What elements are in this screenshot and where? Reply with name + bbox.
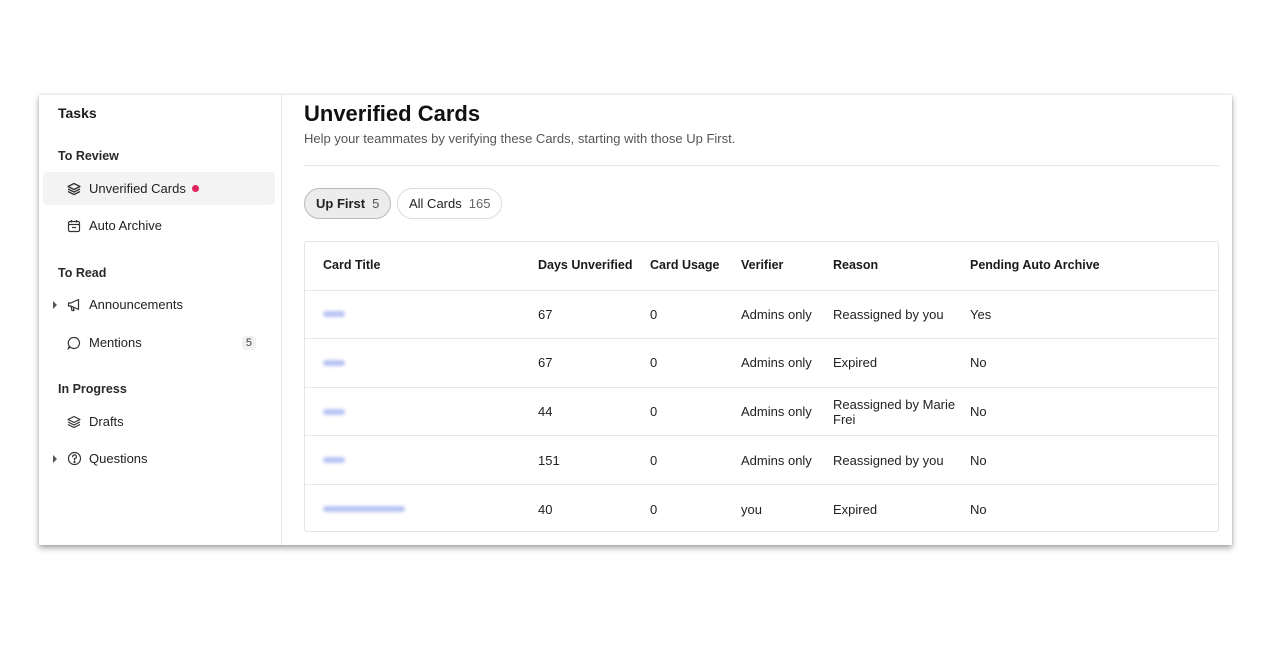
stack-icon <box>66 414 82 430</box>
reason: Reassigned by you <box>833 452 944 468</box>
sidebar-item-label: Drafts <box>89 414 124 429</box>
sidebar-item-label: Unverified Cards <box>89 181 186 196</box>
days-unverified: 40 <box>538 501 553 517</box>
main-content: Unverified Cards Help your teammates by … <box>282 95 1232 545</box>
megaphone-icon <box>66 297 82 313</box>
page-title: Unverified Cards <box>304 101 481 126</box>
section-to-review: To Review <box>58 149 119 163</box>
column-header[interactable]: Days Unverified <box>538 242 632 290</box>
tasks-window: Tasks To Review Unverified Cards Auto Ar… <box>39 95 1232 545</box>
sidebar: Tasks To Review Unverified Cards Auto Ar… <box>39 95 282 545</box>
sidebar-item-announcements[interactable]: Announcements <box>43 288 275 321</box>
sidebar-item-label: Announcements <box>89 297 183 312</box>
card-usage: 0 <box>650 355 658 371</box>
table-row[interactable]: 151 0 Admins only Reassigned by you No <box>305 436 1218 485</box>
tab-up-first[interactable]: Up First 5 <box>304 188 392 219</box>
table-row[interactable]: 40 0 you Expired No <box>305 485 1218 531</box>
pending-auto-archive: No <box>970 501 987 517</box>
card-usage: 0 <box>650 404 658 420</box>
verifier: you <box>741 501 762 517</box>
verifier: Admins only <box>741 355 812 371</box>
section-to-read: To Read <box>58 266 107 280</box>
table-row[interactable]: 44 0 Admins only Reassigned by Marie Fre… <box>305 388 1218 437</box>
verifier: Admins only <box>741 452 812 468</box>
card-title-link[interactable] <box>323 359 345 366</box>
sidebar-item-auto-archive[interactable]: Auto Archive <box>43 209 275 242</box>
days-unverified: 67 <box>538 355 553 371</box>
days-unverified: 44 <box>538 404 553 420</box>
stack-icon <box>66 181 82 197</box>
card-title-link[interactable] <box>323 506 405 513</box>
table-row[interactable]: 67 0 Admins only Reassigned by you Yes <box>305 291 1218 340</box>
card-title-link[interactable] <box>323 408 345 415</box>
expand-caret-icon[interactable] <box>53 300 57 309</box>
pending-auto-archive: Yes <box>970 306 992 322</box>
days-unverified: 151 <box>538 452 560 468</box>
card-title-link[interactable] <box>323 457 345 464</box>
sidebar-title: Tasks <box>58 105 97 121</box>
tab-count: 165 <box>468 196 491 211</box>
card-usage: 0 <box>650 452 658 468</box>
calendar-icon <box>66 218 82 234</box>
column-header[interactable]: Pending Auto Archive <box>970 242 1100 290</box>
column-header[interactable]: Reason <box>833 242 958 290</box>
pending-auto-archive: No <box>970 452 987 468</box>
chat-bubble-icon <box>66 335 82 351</box>
column-header[interactable]: Verifier <box>741 242 783 290</box>
tab-label: Up First <box>316 196 366 211</box>
card-usage: 0 <box>650 501 658 517</box>
reason: Reassigned by Marie Frei <box>833 396 956 427</box>
verifier: Admins only <box>741 404 812 420</box>
sidebar-item-label: Questions <box>89 451 148 466</box>
tab-label: All Cards <box>409 196 462 211</box>
sidebar-item-questions[interactable]: Questions <box>43 442 275 475</box>
cards-table: Card Title Days Unverified Card Usage Ve… <box>304 241 1219 532</box>
verifier: Admins only <box>741 306 812 322</box>
divider <box>304 165 1219 166</box>
reason: Reassigned by you <box>833 306 944 322</box>
sidebar-item-unverified-cards[interactable]: Unverified Cards <box>43 172 275 205</box>
pending-auto-archive: No <box>970 404 987 420</box>
sidebar-item-label: Mentions <box>89 335 142 350</box>
notification-dot <box>191 185 199 193</box>
days-unverified: 67 <box>538 306 553 322</box>
card-title-link[interactable] <box>323 311 345 318</box>
column-header[interactable]: Card Usage <box>650 242 719 290</box>
section-in-progress: In Progress <box>58 382 127 396</box>
reason: Expired <box>833 501 878 517</box>
sidebar-item-mentions[interactable]: Mentions 5 <box>43 326 275 359</box>
pending-auto-archive: No <box>970 355 987 371</box>
tab-all-cards[interactable]: All Cards 165 <box>397 188 503 219</box>
expand-caret-icon[interactable] <box>53 454 57 463</box>
sidebar-item-label: Auto Archive <box>89 218 162 233</box>
column-header[interactable]: Card Title <box>323 242 523 290</box>
mentions-count-badge: 5 <box>241 335 256 350</box>
page-subtitle: Help your teammates by verifying these C… <box>304 131 736 146</box>
card-usage: 0 <box>650 306 658 322</box>
reason: Expired <box>833 355 878 371</box>
sidebar-item-drafts[interactable]: Drafts <box>43 405 275 438</box>
tab-count: 5 <box>372 196 380 211</box>
table-row[interactable]: 67 0 Admins only Expired No <box>305 339 1218 388</box>
question-circle-icon <box>66 451 82 467</box>
table-header: Card Title Days Unverified Card Usage Ve… <box>305 242 1218 291</box>
